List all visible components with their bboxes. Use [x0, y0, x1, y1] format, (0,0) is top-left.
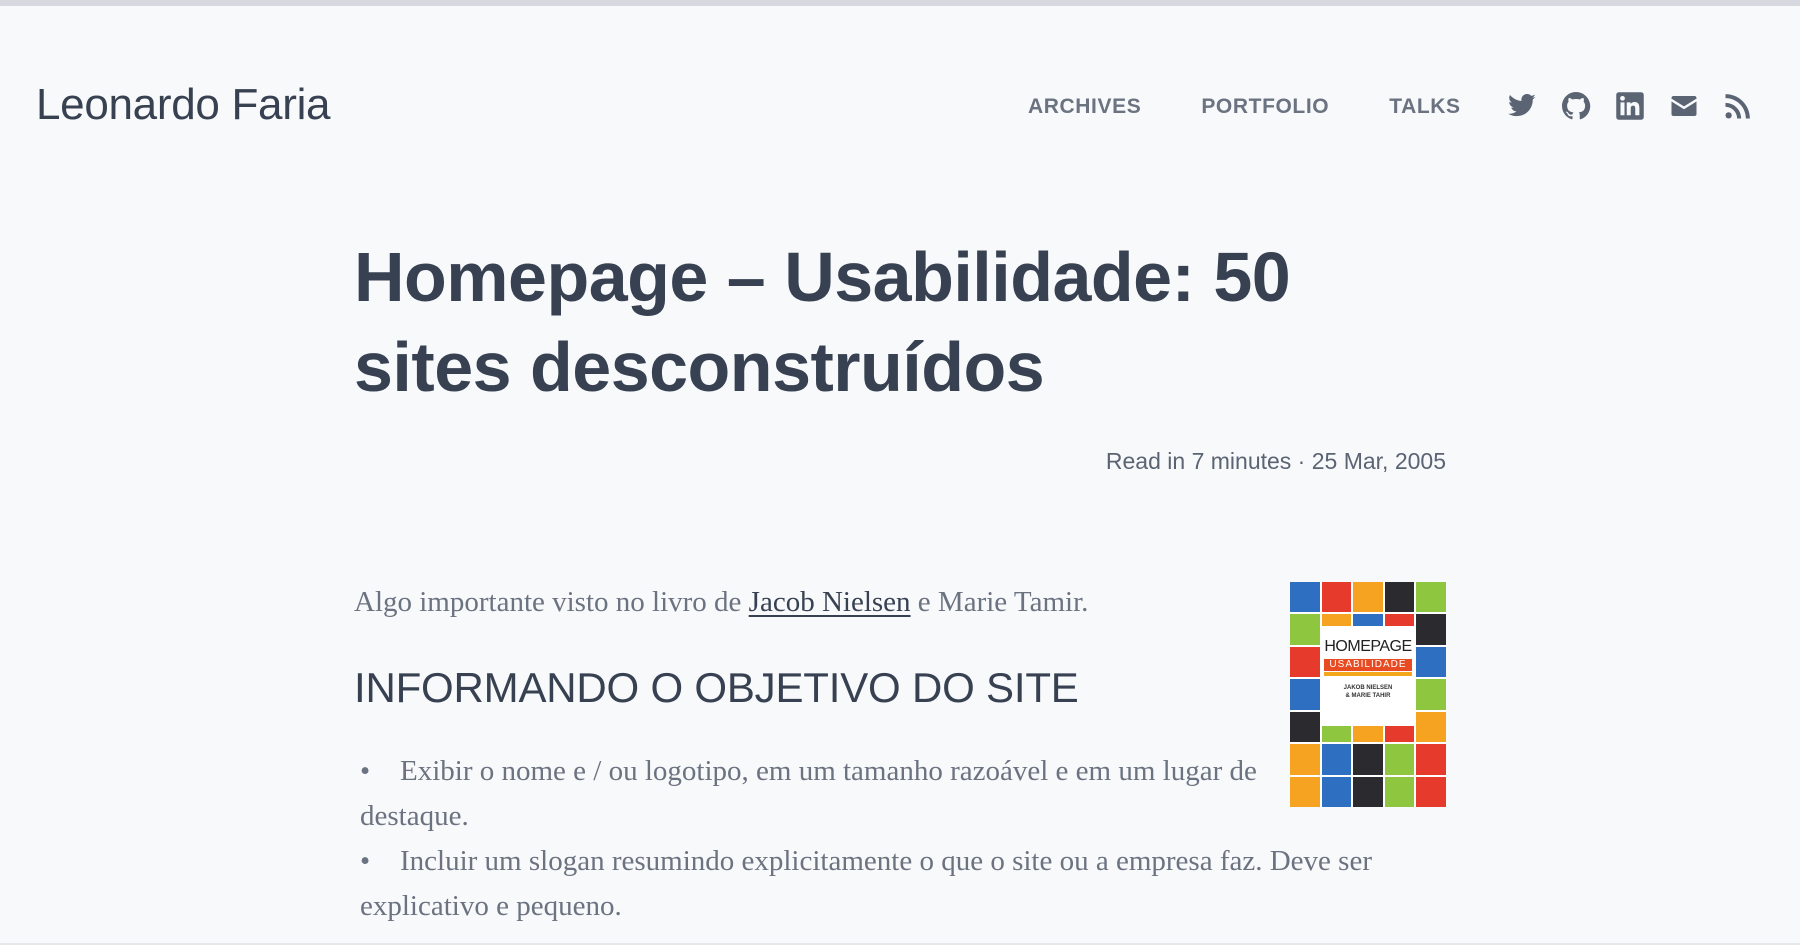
- list-item: Incluir um slogan resumindo explicitamen…: [320, 839, 1446, 929]
- intro-text-before: Algo importante visto no livro de: [354, 586, 749, 618]
- intro-paragraph: Algo importante visto no livro de Jacob …: [354, 580, 1254, 625]
- nav-portfolio-link[interactable]: PORTFOLIO: [1201, 95, 1329, 119]
- guideline-list: Exibir o nome e / ou logotipo, em um tam…: [320, 749, 1446, 929]
- section-heading: INFORMANDO O OBJETIVO DO SITE: [354, 664, 1079, 711]
- linkedin-icon[interactable]: [1614, 90, 1646, 122]
- main-nav: ARCHIVES PORTFOLIO TALKS: [1028, 95, 1461, 119]
- jacob-nielsen-link[interactable]: Jacob Nielsen: [749, 586, 911, 618]
- nav-talks-link[interactable]: TALKS: [1389, 95, 1460, 119]
- list-item: Exibir o nome e / ou logotipo, em um tam…: [320, 749, 1260, 839]
- post-meta: Read in 7 minutes · 25 Mar, 2005: [1105, 448, 1446, 474]
- email-icon[interactable]: [1668, 90, 1700, 122]
- social-links: [1506, 90, 1754, 122]
- post-content: Algo importante visto no livro de Jacob …: [320, 580, 1446, 929]
- site-title-link[interactable]: Leonardo Faria: [36, 80, 331, 130]
- top-border: [0, 0, 1800, 6]
- github-icon[interactable]: [1560, 90, 1592, 122]
- rss-icon[interactable]: [1722, 90, 1754, 122]
- nav-archives-link[interactable]: ARCHIVES: [1028, 95, 1141, 119]
- intro-text-after: e Marie Tamir.: [910, 586, 1089, 618]
- twitter-icon[interactable]: [1506, 90, 1538, 122]
- post-title: Homepage – Usabilidade: 50 sites descons…: [354, 238, 1291, 406]
